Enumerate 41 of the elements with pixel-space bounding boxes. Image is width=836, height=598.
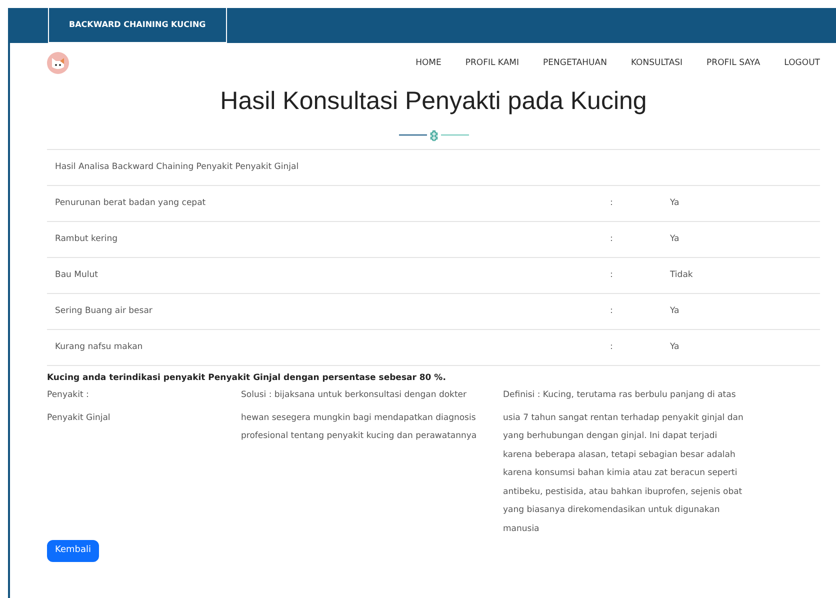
- answer-cell: Ya: [670, 340, 680, 354]
- answer-cell: Tidak: [670, 268, 693, 282]
- answer-cell: Ya: [670, 304, 680, 318]
- nav-link[interactable]: LOGOUT: [784, 56, 820, 70]
- nav-link[interactable]: PROFIL KAMI: [465, 56, 519, 70]
- cat-logo-icon[interactable]: [47, 52, 69, 74]
- solution-text: profesional tentang penyakit kucing dan perawatannya: [241, 430, 478, 444]
- solution-text: Solusi : bijaksana untuk berkonsultasi dengan dokter: [241, 389, 468, 402]
- symptom-cell-text: Bau Mulut: [55, 268, 99, 282]
- separator-text: :: [610, 196, 614, 210]
- symptom-cell-text: Sering Buang air besar: [55, 304, 154, 318]
- answer-cell: Ya: [670, 232, 680, 246]
- separator-text: :: [610, 232, 614, 246]
- answer-cell: Ya: [670, 196, 680, 210]
- nav-link[interactable]: HOME: [416, 56, 442, 70]
- nav-link[interactable]: PROFIL SAYA: [706, 56, 760, 70]
- definition-text: Definisi : Kucing, terutama ras berbulu panjang di atas: [503, 389, 737, 402]
- definition-text: yang biasanya direkomendasikan untuk digunakan: [503, 504, 721, 518]
- symptom-cell-text: Penurunan berat badan yang cepat: [55, 196, 207, 210]
- medical-cross-divider-icon: [398, 128, 468, 140]
- result-text: Kucing anda terindikasi penyakit Penyakit Ginjal dengan persentase sebesar 80 %.: [47, 372, 447, 384]
- site-title[interactable]: BACKWARD CHAINING KUCING: [48, 8, 227, 43]
- definition-text: karena beberapa alasan, tetapi sebagian besar adalah: [503, 448, 736, 462]
- table-heading: Hasil Analisa Backward Chaining Penyakit Penyakit Ginjal: [55, 160, 299, 174]
- disease-name: Penyakit Ginjal: [47, 412, 112, 425]
- page-title: Hasil Konsultasi Penyakti pada Kucing: [220, 86, 647, 117]
- definition-text: karena konsumsi bahan kimia atau zat beracun seperti: [503, 467, 738, 480]
- nav-link[interactable]: PENGETAHUAN: [543, 56, 607, 70]
- nav-link[interactable]: KONSULTASI: [630, 56, 683, 70]
- separator-text: :: [610, 340, 614, 354]
- separator-text: :: [610, 304, 614, 318]
- definition-text: usia 7 tahun sangat rentan terhadap penyakit ginjal dan: [503, 412, 744, 425]
- definition-text: manusia: [503, 522, 540, 536]
- back-button[interactable]: Kembali: [47, 540, 99, 562]
- symptom-cell-text: Rambut kering: [55, 232, 119, 246]
- solution-text: hewan sesegera mungkin bagi mendapatkan diagnosis: [241, 412, 477, 425]
- definition-text: antibeku, pestisida, atau bahkan ibuprofen, sejenis obat: [503, 486, 744, 499]
- symptom-cell-text: Kurang nafsu makan: [55, 340, 144, 354]
- separator-text: :: [610, 268, 614, 282]
- disease-label: Penyakit :: [47, 389, 90, 402]
- definition-text: yang berhubungan dengan ginjal. Ini dapat terjadi: [503, 430, 718, 444]
